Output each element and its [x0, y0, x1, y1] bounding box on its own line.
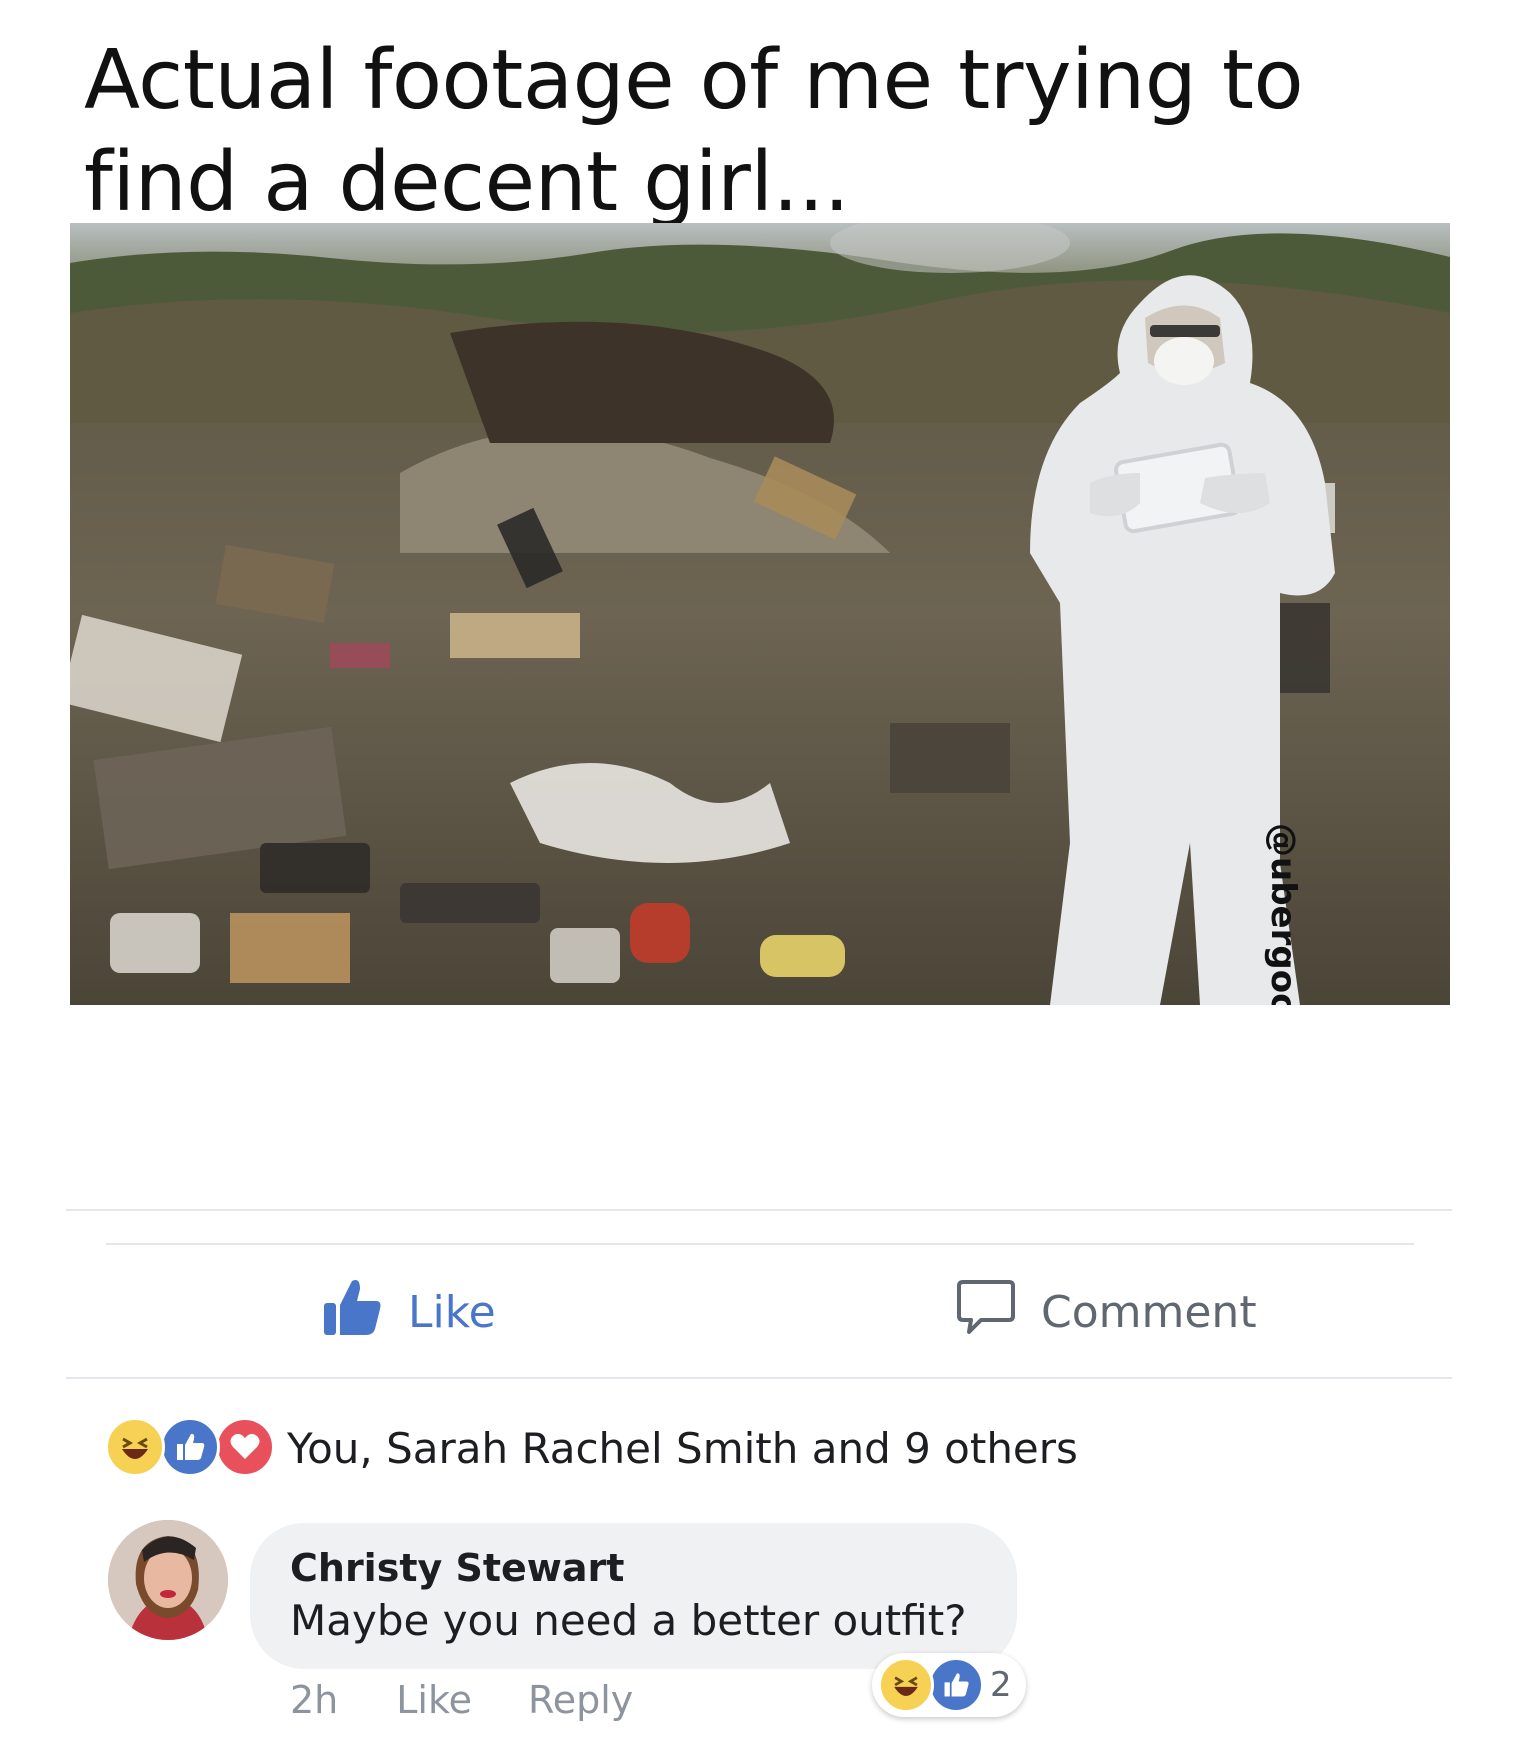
haha-icon [878, 1657, 934, 1713]
photo-watermark: @ubergoobertron [1263, 823, 1303, 1005]
comment-reactions[interactable]: 2 [872, 1653, 1026, 1717]
love-icon [215, 1417, 275, 1477]
like-icon [160, 1417, 220, 1477]
comment-like-link[interactable]: Like [396, 1678, 472, 1722]
thumbs-up-icon [320, 1275, 384, 1350]
meme-caption: Actual footage of me trying to find a de… [84, 33, 1304, 230]
like-button[interactable]: Like [320, 1272, 496, 1352]
reactions-summary[interactable]: You, Sarah Rachel Smith and 9 others [105, 1415, 1078, 1481]
comment-meta: 2h Like Reply [290, 1678, 633, 1722]
divider-actions [66, 1377, 1452, 1379]
speech-bubble-icon [955, 1276, 1017, 1349]
reactions-summary-text: You, Sarah Rachel Smith and 9 others [287, 1423, 1078, 1473]
comment-text: Maybe you need a better outfit? [290, 1596, 967, 1645]
comment-reaction-icons [878, 1657, 988, 1713]
like-button-label: Like [408, 1286, 496, 1338]
comment-bubble[interactable]: Christy Stewart Maybe you need a better … [250, 1523, 1017, 1669]
comment-reaction-count: 2 [990, 1665, 1012, 1705]
meme-photo[interactable]: @ubergoobertron [70, 223, 1450, 1005]
comment-timestamp[interactable]: 2h [290, 1678, 338, 1722]
haha-icon [105, 1417, 165, 1477]
divider-top [66, 1209, 1452, 1211]
commenter-avatar[interactable] [108, 1520, 228, 1640]
reaction-icons [105, 1417, 275, 1479]
comment-button[interactable]: Comment [955, 1272, 1257, 1352]
landfill-photo-illustration [70, 223, 1450, 1005]
comment-reply-link[interactable]: Reply [528, 1678, 633, 1722]
comment-author[interactable]: Christy Stewart [290, 1543, 977, 1593]
like-icon [928, 1657, 984, 1713]
divider-inner [106, 1243, 1414, 1245]
comment-button-label: Comment [1041, 1286, 1257, 1338]
